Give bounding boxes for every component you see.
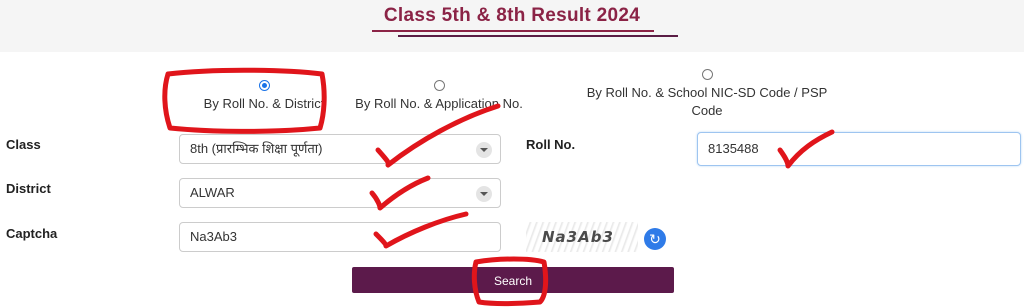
title-underline-secondary [398, 35, 678, 37]
radio-button-roll-school-code[interactable] [701, 69, 713, 80]
class-select[interactable]: 8th (प्रारम्भिक शिक्षा पूर्णता) [179, 134, 501, 164]
chevron-down-icon[interactable] [476, 142, 492, 158]
radio-label-roll-school-code: By Roll No. & School NIC-SD Code / PSP C… [586, 85, 828, 118]
roll-no-input[interactable]: 8135488 [697, 132, 1021, 166]
radio-label-roll-district: By Roll No. & District [203, 96, 325, 111]
refresh-icon[interactable]: ↻ [644, 228, 666, 250]
title-underline [372, 30, 654, 32]
class-label: Class [6, 137, 41, 152]
roll-no-label: Roll No. [526, 137, 576, 152]
radio-option-roll-application[interactable]: By Roll No. & Application No. [348, 80, 530, 113]
class-select-value: 8th (प्रारम्भिक शिक्षा पूर्णता) [190, 141, 323, 156]
page-title: Class 5th & 8th Result 2024 [383, 5, 641, 26]
radio-button-roll-application[interactable] [433, 80, 445, 91]
radio-option-roll-district[interactable]: By Roll No. & District [176, 80, 352, 113]
radio-label-roll-application: By Roll No. & Application No. [355, 96, 523, 111]
radio-button-roll-district[interactable] [258, 80, 270, 91]
district-select-value: ALWAR [190, 185, 235, 200]
captcha-label: Captcha [6, 226, 58, 241]
district-select[interactable]: ALWAR [179, 178, 501, 208]
district-label: District [6, 181, 51, 196]
chevron-down-icon[interactable] [476, 186, 492, 202]
captcha-image: Na3Ab3 [526, 222, 638, 252]
search-button[interactable]: Search [352, 267, 674, 293]
captcha-input[interactable]: Na3Ab3 [179, 222, 501, 252]
radio-option-roll-school-code[interactable]: By Roll No. & School NIC-SD Code / PSP C… [578, 69, 836, 120]
